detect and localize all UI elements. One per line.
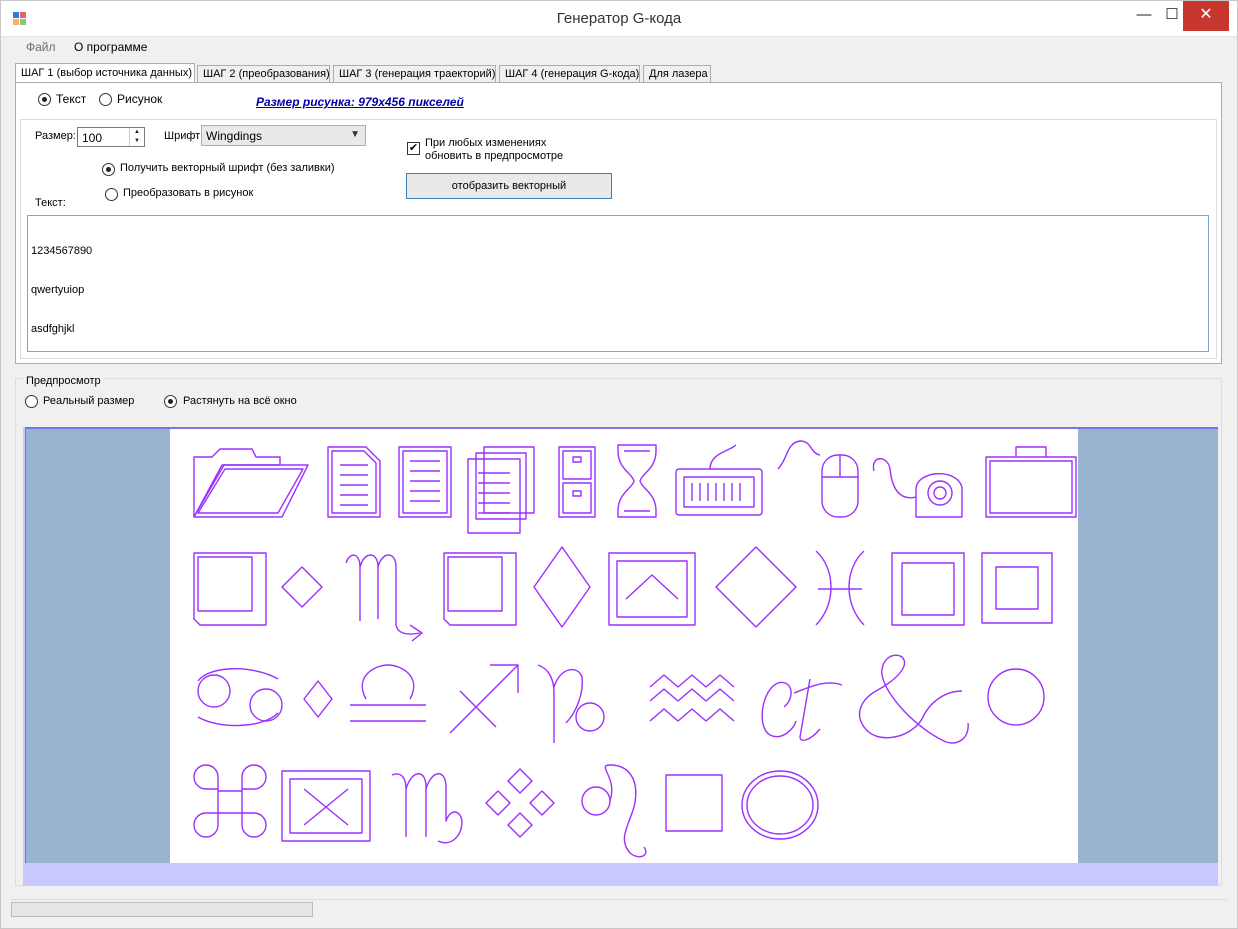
auto-update-label-line1: При любых изменениях [425, 137, 547, 149]
menu-about[interactable]: О программе [74, 40, 147, 54]
leo-icon [581, 764, 647, 858]
large-diamond-icon [715, 546, 797, 628]
status-bar [11, 899, 1227, 921]
file-cabinet-icon [558, 446, 596, 518]
font-select[interactable]: Wingdings ▼ [201, 125, 366, 146]
scorpio-icon [345, 554, 423, 642]
text-line: 1234567890 [31, 245, 93, 257]
spin-buttons[interactable]: ▲ ▼ [129, 128, 144, 146]
aquarius-icon [649, 674, 735, 722]
close-button[interactable]: ✕ [1183, 1, 1229, 31]
square-icon [665, 774, 723, 832]
diamond-icon [533, 546, 591, 628]
document-icon [327, 446, 381, 518]
minimize-button[interactable]: — [1129, 1, 1159, 31]
main-window: Генератор G-кода — ☐ ✕ Файл О программе … [0, 0, 1238, 929]
square-outline-icon-2 [981, 552, 1053, 624]
font-select-value: Wingdings [206, 129, 263, 143]
circle-ring-icon [741, 770, 819, 840]
menu-file[interactable]: Файл [26, 40, 56, 54]
mode-vector-radio[interactable] [102, 163, 115, 176]
font-label: Шрифт: [164, 130, 204, 142]
font-size-stepper[interactable]: 100 ▲ ▼ [77, 127, 145, 147]
small-diamond-icon [281, 566, 323, 608]
tape-drive-icon [872, 458, 963, 518]
source-image-radio[interactable] [99, 93, 112, 106]
source-text-label[interactable]: Текст [56, 92, 86, 106]
mode-raster-label[interactable]: Преобразовать в рисунок [123, 187, 253, 199]
stretch-label[interactable]: Растянуть на всё окно [183, 395, 297, 407]
auto-update-label-line2: обновить в предпросмотре [425, 150, 564, 162]
source-text-radio[interactable] [38, 93, 51, 106]
text-line: qwertyuiop [31, 284, 85, 296]
window-title: Генератор G-кода [556, 10, 682, 27]
preview-canvas[interactable] [25, 427, 1218, 863]
title-bar[interactable]: Генератор G-кода — ☐ ✕ [1, 1, 1237, 37]
stacked-pages-icon [467, 446, 535, 534]
cancer-icon [197, 668, 283, 727]
keyboard-icon [675, 444, 763, 516]
text-page-icon [398, 446, 452, 518]
spin-up-icon[interactable]: ▲ [130, 128, 144, 137]
shadow-square-icon-2 [443, 552, 517, 626]
size-label: Размер: [35, 130, 76, 142]
real-size-radio[interactable] [25, 395, 38, 408]
framed-chevron-icon [608, 552, 696, 626]
capricorn-icon [537, 664, 605, 743]
real-size-label[interactable]: Реальный размер [43, 395, 134, 407]
progress-bar [11, 902, 313, 917]
stretch-radio[interactable] [164, 395, 177, 408]
square-outline-icon [891, 552, 965, 626]
mode-vector-label[interactable]: Получить векторный шрифт (без заливки) [120, 162, 335, 174]
briefcase-icon [985, 446, 1077, 518]
preview-group: Предпросмотр Реальный размер Растянуть н… [15, 375, 1222, 886]
wingdings-glyph-preview [193, 440, 1077, 858]
text-label: Текст: [35, 197, 66, 209]
preview-image [170, 429, 1078, 863]
circle-icon [987, 668, 1045, 726]
ampersand-icon [858, 654, 969, 744]
small-diamond-icon-2 [303, 680, 333, 718]
pisces-icon [815, 550, 865, 626]
virgo-icon [391, 773, 463, 844]
checkbox-x-icon [281, 770, 371, 842]
mouse-icon [777, 440, 859, 518]
show-vector-button[interactable]: отобразить векторный [406, 173, 612, 199]
preview-title: Предпросмотр [24, 375, 103, 387]
text-line: asdfghjkl [31, 323, 75, 335]
image-size-label: Размер рисунка: 979x456 пикселей [256, 95, 464, 109]
spin-down-icon[interactable]: ▼ [130, 137, 144, 146]
auto-update-label[interactable]: При любых изменениях обновить в предпрос… [425, 137, 563, 163]
mode-raster-radio[interactable] [105, 188, 118, 201]
chevron-down-icon: ▼ [350, 129, 360, 140]
auto-update-checkbox[interactable]: ✔ [407, 142, 420, 155]
source-text-input[interactable]: 1234567890 qwertyuiop asdfghjkl zxcvbnm [27, 215, 1209, 352]
libra-icon [350, 664, 426, 722]
command-key-icon [193, 764, 267, 838]
font-size-value: 100 [82, 131, 103, 145]
source-image-label[interactable]: Рисунок [117, 92, 162, 106]
et-ligature-icon [761, 678, 843, 741]
sagittarius-icon [449, 664, 519, 734]
diamond-cluster-icon [485, 768, 555, 838]
shadow-square-icon [193, 552, 267, 626]
folder-open-icon [193, 448, 309, 518]
hourglass-icon [617, 444, 657, 518]
step1-panel: Текст Рисунок Размер рисунка: 979x456 пи… [15, 82, 1222, 364]
preview-area[interactable] [23, 427, 1218, 886]
text-settings-group: Размер: 100 ▲ ▼ Шрифт: Wingdings ▼ Получ… [20, 119, 1217, 359]
